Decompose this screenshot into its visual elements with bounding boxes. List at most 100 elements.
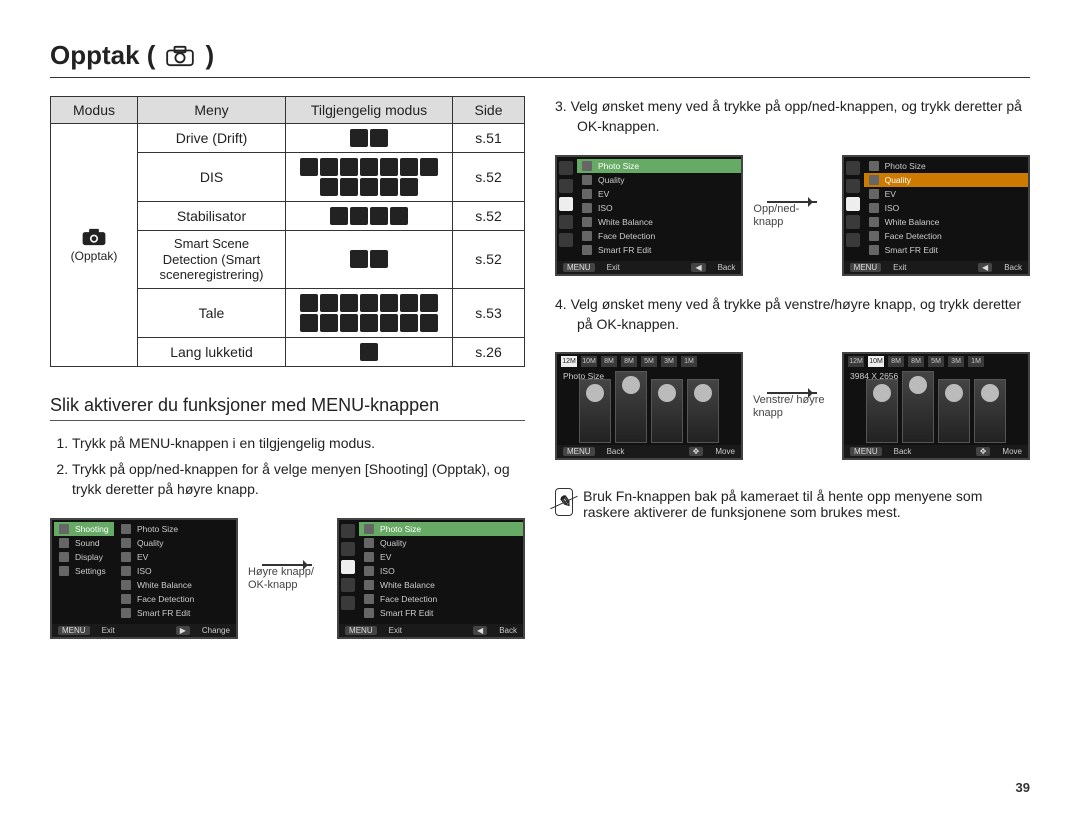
- lcd-item: ISO: [137, 566, 152, 576]
- lcd-foot-move: Move: [1002, 447, 1022, 456]
- step-2: Trykk på opp/ned-knappen for å velge men…: [72, 459, 525, 500]
- ti: 10M: [868, 356, 884, 367]
- mode-icon: [320, 158, 338, 176]
- mode-icon: [370, 207, 388, 225]
- mode-icon: [420, 294, 438, 312]
- row-icons: [286, 202, 453, 231]
- mode-icon: [360, 178, 378, 196]
- overlay-label: 3984 X 2656: [850, 371, 898, 381]
- lcd-item: Face Detection: [598, 231, 655, 241]
- mode-icon: [330, 207, 348, 225]
- mode-icon: [360, 294, 378, 312]
- mode-icon: [380, 158, 398, 176]
- th-modus: Modus: [51, 97, 138, 124]
- lcd-foot-back: Back: [607, 447, 625, 456]
- mode-icon: [420, 158, 438, 176]
- page-number: 39: [1016, 780, 1030, 795]
- lcd-item: Quality: [598, 175, 624, 185]
- mode-label-cell: (Opptak): [51, 124, 138, 367]
- lcd-item: Face Detection: [380, 594, 437, 604]
- mode-icon: [360, 314, 378, 332]
- row-icons: [286, 124, 453, 153]
- arrow3-caption: Opp/ned- knapp: [753, 203, 831, 229]
- ti: 5M: [928, 356, 944, 367]
- steps-list: Trykk på MENU-knappen i en tilgjengelig …: [50, 433, 525, 500]
- overlay-label: Photo Size: [563, 371, 604, 381]
- mode-icon: [370, 250, 388, 268]
- th-side: Side: [453, 97, 525, 124]
- lcd-tab: Settings: [75, 566, 106, 576]
- mode-icon: [400, 178, 418, 196]
- camera-icon: [165, 45, 195, 67]
- lcd-item: Face Detection: [137, 594, 194, 604]
- row-icons: [286, 153, 453, 202]
- lcd-photo-before: 12M 10M 8M 8M 5M 3M 1M Photo Size MENUBa…: [555, 352, 743, 460]
- lcd-item: Quality: [885, 175, 911, 185]
- ti: 8M: [888, 356, 904, 367]
- lcd-item: Photo Size: [137, 524, 178, 534]
- lcd-foot-menu: MENU: [850, 447, 882, 456]
- th-meny: Meny: [138, 97, 286, 124]
- lcd-tab: Shooting: [75, 524, 109, 534]
- ti: 10M: [581, 356, 597, 367]
- ti: 3M: [948, 356, 964, 367]
- title-prefix: Opptak (: [50, 40, 155, 71]
- lcd-item: Quality: [137, 538, 163, 548]
- row-side: s.53: [453, 288, 525, 337]
- row-meny: Drive (Drift): [138, 124, 286, 153]
- lcd-foot-exit: Exit: [607, 263, 620, 272]
- right-column: 3. Velg ønsket meny ved å trykke på opp/…: [555, 96, 1030, 639]
- row-meny: DIS: [138, 153, 286, 202]
- left-column: Modus Meny Tilgjengelig modus Side (Oppt…: [50, 96, 525, 639]
- lcd-foot-exit: Exit: [389, 626, 402, 635]
- mode-icon: [400, 314, 418, 332]
- lcd-tab: Display: [75, 552, 103, 562]
- mode-icon: [360, 343, 378, 361]
- mode-icon: [350, 207, 368, 225]
- note-icon: ✎: [555, 488, 573, 516]
- mode-icon: [320, 294, 338, 312]
- lcd-item: Photo Size: [380, 524, 421, 534]
- lcd-foot-menu: MENU: [563, 263, 595, 272]
- mode-icon: [350, 250, 368, 268]
- row-meny: Lang lukketid: [138, 337, 286, 366]
- lcd-item: Photo Size: [598, 161, 639, 171]
- row-side: s.52: [453, 231, 525, 289]
- mode-icon: [320, 178, 338, 196]
- lcd-item: EV: [598, 189, 609, 199]
- row-side: s.52: [453, 153, 525, 202]
- mode-icon: [400, 158, 418, 176]
- note-block: ✎ Bruk Fn-knappen bak på kameraet til å …: [555, 488, 1030, 520]
- camera-icon: [81, 227, 107, 247]
- mode-icon: [380, 314, 398, 332]
- lcd-item: Photo Size: [885, 161, 926, 171]
- ti: 5M: [641, 356, 657, 367]
- lcd-item: Smart FR Edit: [380, 608, 433, 618]
- mode-icon: [390, 207, 408, 225]
- title-suffix: ): [205, 40, 214, 71]
- ti: 1M: [968, 356, 984, 367]
- lcd-foot-move: Move: [715, 447, 735, 456]
- lcd-item: White Balance: [137, 580, 192, 590]
- lcd-photosize: Photo Size Quality EV ISO White Balance …: [337, 518, 525, 639]
- mode-icon: [420, 314, 438, 332]
- lcd-foot-back: Back: [718, 263, 736, 272]
- lcd-tab: Sound: [75, 538, 100, 548]
- lcd-row-step2: Shooting Sound Display Settings Photo Si…: [50, 518, 525, 639]
- step-4: 4. Velg ønsket meny ved å trykke på vens…: [555, 294, 1030, 335]
- lcd-item: EV: [137, 552, 148, 562]
- page-title: Opptak ( ): [50, 40, 1030, 78]
- mode-icon: [370, 129, 388, 147]
- arrow4-caption: Venstre/ høyre knapp: [753, 394, 832, 420]
- mode-icon: [340, 178, 358, 196]
- lcd-foot-menu: MENU: [345, 626, 377, 635]
- lcd-item: White Balance: [885, 217, 940, 227]
- ti: 12M: [848, 356, 864, 367]
- lcd-item: EV: [380, 552, 391, 562]
- ti: 8M: [908, 356, 924, 367]
- lcd-item: ISO: [885, 203, 900, 213]
- lcd-foot-back: Back: [894, 447, 912, 456]
- mode-icon: [340, 158, 358, 176]
- lcd-item: Face Detection: [885, 231, 942, 241]
- row-meny: Stabilisator: [138, 202, 286, 231]
